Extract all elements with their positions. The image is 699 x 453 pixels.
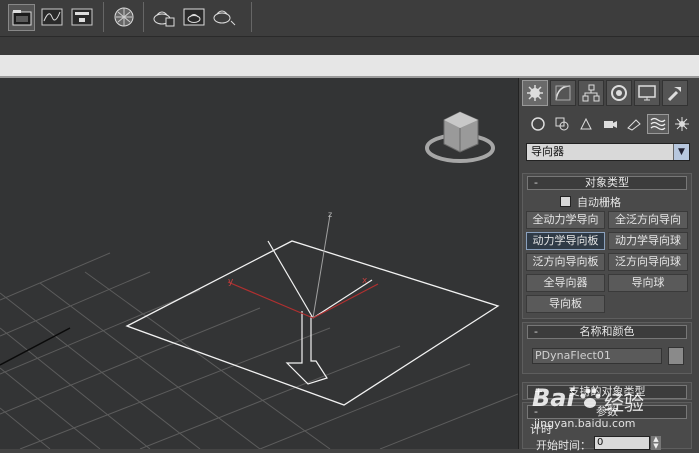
cameras-subtab-icon[interactable] (599, 114, 621, 134)
open-folder-icon[interactable] (8, 3, 35, 31)
curve-editor-icon[interactable] (38, 4, 65, 31)
create-tab-icon[interactable] (522, 80, 548, 106)
object-type-button-9[interactable]: 导向板 (526, 295, 605, 313)
rendered-frame-icon[interactable] (180, 4, 207, 31)
ribbon-strip (0, 55, 699, 78)
display-tab-icon[interactable] (634, 80, 660, 106)
object-type-button-2[interactable]: 全泛方向导向 (608, 211, 688, 229)
watermark-logo-suffix: 经验 (604, 391, 644, 415)
modify-tab-icon[interactable] (550, 80, 576, 106)
collapse-sign: - (534, 325, 538, 338)
hierarchy-tab-icon[interactable] (578, 80, 604, 106)
material-editor-icon[interactable] (110, 4, 137, 31)
watermark-url: jingyan.baidu.com (534, 417, 636, 430)
motion-tab-icon[interactable] (606, 80, 632, 106)
schematic-view-icon[interactable] (68, 4, 95, 31)
object-type-button-5[interactable]: 泛方向导向板 (526, 253, 605, 271)
axis-label-y: y (228, 277, 234, 287)
perspective-viewport[interactable]: z y x (0, 78, 518, 449)
shapes-subtab-icon[interactable] (551, 114, 573, 134)
helpers-subtab-icon[interactable] (623, 114, 645, 134)
autogrid-label: 自动栅格 (577, 196, 621, 209)
render-production-icon[interactable] (210, 4, 237, 31)
toolbar-band (0, 37, 699, 55)
home-grid (0, 252, 518, 449)
object-type-button-6[interactable]: 泛方向导向球 (608, 253, 688, 271)
object-type-button-3[interactable]: 动力学导向板 (526, 232, 605, 250)
autogrid-check-box[interactable] (560, 196, 571, 207)
object-type-button-8[interactable]: 导向球 (608, 274, 688, 292)
utilities-tab-icon[interactable] (662, 80, 688, 106)
geometry-subtab-icon[interactable] (527, 114, 549, 134)
collapse-sign: - (534, 176, 538, 189)
name-color-title: 名称和颜色 (579, 325, 635, 338)
viewport-scene[interactable]: z y x (0, 78, 518, 449)
object-type-button-7[interactable]: 全导向器 (526, 274, 605, 292)
object-type-button-4[interactable]: 动力学导向球 (608, 232, 688, 250)
axis-label-z: z (328, 210, 332, 219)
chevron-down-icon[interactable]: ▼ (673, 144, 689, 160)
autogrid-checkbox[interactable]: 自动栅格 (560, 194, 621, 210)
create-subtabs (527, 114, 693, 134)
deflector-gizmo (267, 240, 373, 385)
main-toolbar (0, 0, 699, 37)
category-dropdown[interactable]: 导向器 ▼ (526, 143, 690, 161)
render-setup-icon[interactable] (150, 4, 177, 31)
object-type-button-1[interactable]: 全动力学导向 (526, 211, 605, 229)
lights-subtab-icon[interactable] (575, 114, 597, 134)
category-dropdown-value: 导向器 (531, 145, 564, 158)
axis-label-x: x (362, 276, 368, 286)
command-panel-tabs (522, 80, 698, 106)
viewcube-icon[interactable] (425, 111, 495, 163)
object-type-title: 对象类型 (585, 176, 629, 189)
baidu-watermark: Bai 经验 jingyan.baidu.com (530, 383, 695, 449)
paw-logo-icon (580, 388, 601, 408)
object-color-swatch[interactable] (668, 347, 684, 365)
space-warps-subtab-icon[interactable] (647, 114, 669, 134)
object-name-field[interactable]: PDynaFlect01 (532, 348, 662, 364)
object-type-header[interactable]: - 对象类型 (527, 176, 687, 190)
watermark-logo-text: Bai (532, 384, 575, 412)
name-color-header[interactable]: - 名称和颜色 (527, 325, 687, 339)
systems-subtab-icon[interactable] (671, 114, 693, 134)
